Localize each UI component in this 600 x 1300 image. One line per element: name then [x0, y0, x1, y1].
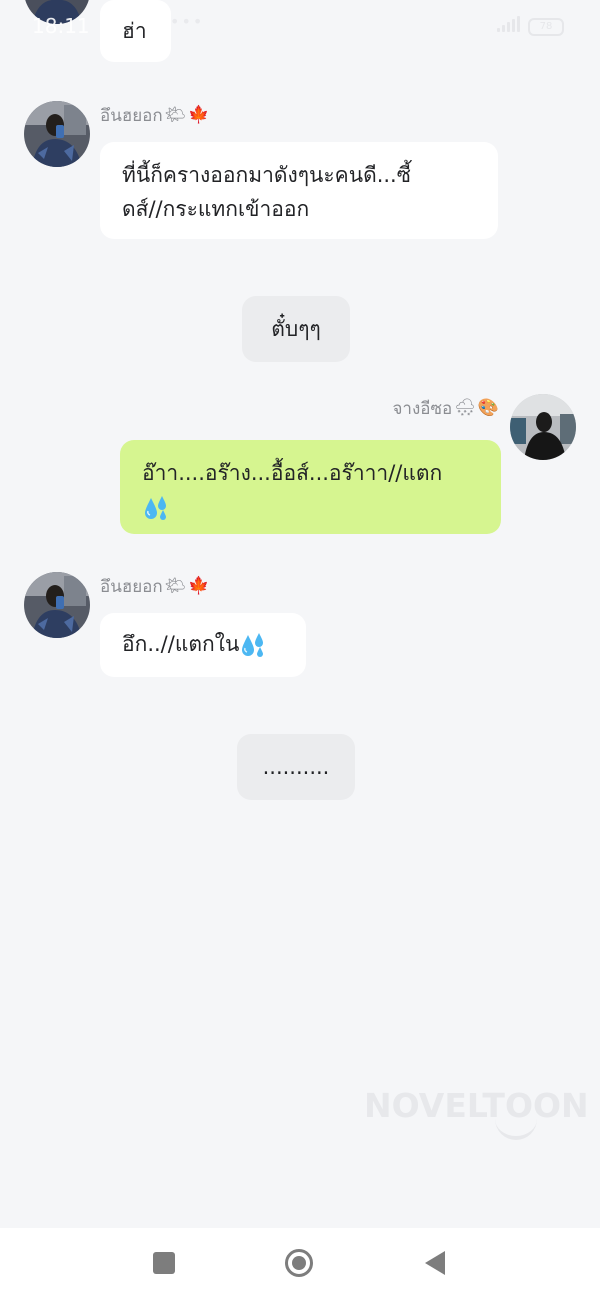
maple-leaf-emoji-icon: 🍁 — [188, 105, 210, 125]
narration-bubble[interactable]: ตั๋บๆๆ — [242, 296, 350, 362]
message-bubble[interactable]: อึก..//แตกใน — [100, 613, 306, 677]
system-nav-bar — [0, 1228, 600, 1300]
home-circle-icon[interactable] — [284, 1248, 314, 1278]
narration-bubble[interactable]: .......... — [237, 734, 355, 800]
message-text: อึก..//แตกใน — [122, 632, 240, 656]
avatar-eunhyuk[interactable] — [24, 101, 90, 167]
battery-icon: 78 — [528, 18, 564, 36]
recents-square-icon[interactable] — [153, 1252, 175, 1274]
message-bubble[interactable]: ฮ่า — [100, 0, 171, 62]
maple-leaf-emoji-icon: 🍁 — [188, 576, 210, 596]
narration-text: ตั๋บๆๆ — [271, 317, 321, 341]
back-triangle-icon[interactable] — [424, 1250, 446, 1276]
signal-icon — [497, 16, 520, 32]
sun-cloud-emoji-icon: 🌤 — [164, 105, 187, 125]
message-line-emoji — [142, 490, 491, 524]
cloud-snow-emoji-icon: 🌨 — [454, 398, 476, 418]
sender-name: อึนฮยอก 🌤 🍁 — [100, 102, 209, 129]
message-line: ที่นี้ก็ครางออกมาดังๆนะคนดี...ซี้ — [122, 163, 411, 187]
watermark-smile-icon — [495, 1116, 537, 1140]
message-text: ฮ่า — [122, 19, 147, 43]
status-bar: 18:11 ••• 78 — [0, 0, 600, 52]
message-line: ดส์//กระแทกเข้าออก — [122, 197, 310, 221]
sender-name: จางอีซอ 🌨 🎨 — [392, 395, 499, 422]
sender-name-text: อึนฮยอก — [100, 106, 163, 126]
narration-text: .......... — [262, 755, 330, 779]
sweat-droplets-icon — [242, 633, 264, 657]
status-more-dots: ••• — [170, 12, 205, 31]
sweat-droplets-icon — [145, 496, 166, 520]
message-bubble[interactable]: ที่นี้ก็ครางออกมาดังๆนะคนดี...ซี้ ดส์//ก… — [100, 142, 498, 239]
message-bubble[interactable]: อ๊าา....อร๊าง...อื้อส์...อร๊าาา//แตก — [120, 440, 501, 534]
status-time: 18:11 — [32, 14, 90, 38]
avatar-jangeeseo[interactable] — [510, 394, 576, 460]
message-line: อ๊าา....อร๊าง...อื้อส์...อร๊าาา//แตก — [142, 461, 443, 485]
artist-palette-emoji-icon: 🎨 — [477, 398, 499, 418]
sun-cloud-emoji-icon: 🌤 — [164, 576, 187, 596]
sender-name-text: จางอีซอ — [392, 399, 453, 419]
avatar-eunhyuk[interactable] — [24, 572, 90, 638]
sender-name: อึนฮยอก 🌤 🍁 — [100, 573, 209, 600]
noveltoon-watermark: NOVELTOON — [364, 1086, 589, 1125]
sender-name-text: อึนฮยอก — [100, 577, 163, 597]
